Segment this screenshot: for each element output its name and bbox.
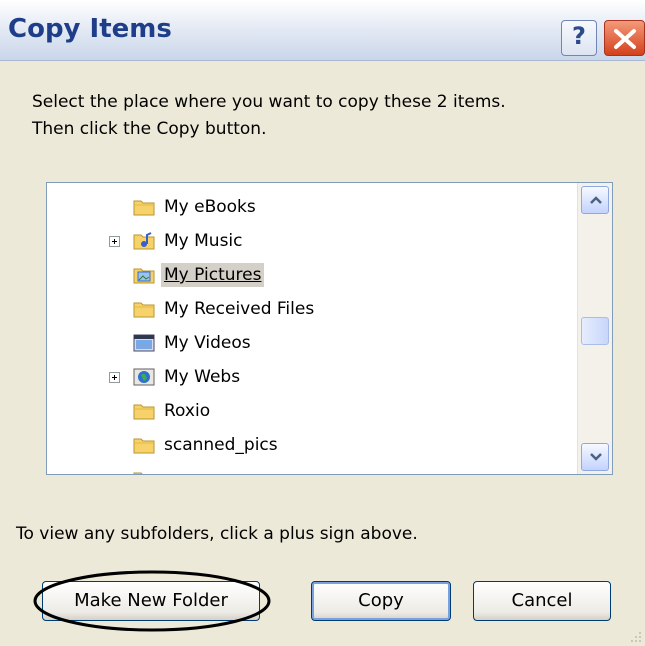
folder-icon [133,197,155,217]
close-button[interactable] [604,20,645,56]
expand-my-webs-icon[interactable] [109,372,120,383]
tree-item-label: My Videos [164,333,251,353]
resize-grip-icon[interactable] [628,629,642,643]
tree-item-my-ebooks[interactable]: My eBooks [133,191,259,223]
music-folder-icon [133,231,155,251]
annotation-ellipse [33,570,271,632]
scroll-down-button[interactable] [581,443,609,471]
tree-item-my-music[interactable]: My Music [133,225,246,257]
dialog-title: Copy Items [8,14,172,44]
help-icon: ? [572,22,586,50]
tree-item-label: My Music [164,231,243,251]
videos-folder-icon [133,333,155,353]
tree-item-label: My Received Files [164,299,315,319]
tree-item-my-webs[interactable]: My Webs [133,361,243,393]
instruction-line-1: Select the place where you want to copy … [32,92,506,112]
pictures-folder-icon [133,265,155,285]
folder-icon [133,401,155,421]
tree-item-my-received-files[interactable]: My Received Files [133,293,317,325]
webs-folder-icon [133,367,155,387]
tree-item-scanned-pics[interactable]: scanned_pics [133,429,281,461]
tree-item-label: scanned_pics [164,435,278,455]
copy-button[interactable]: Copy [311,581,451,621]
copy-items-dialog: Copy Items ? Select the place where you … [0,0,645,646]
cancel-button[interactable]: Cancel [473,581,611,621]
tree-item-label: My eBooks [164,197,256,217]
tree-item-partial [133,463,161,474]
tree-item-my-videos[interactable]: My Videos [133,327,254,359]
vertical-scrollbar[interactable] [577,183,612,474]
scroll-thumb[interactable] [581,317,609,345]
folder-icon [133,469,155,474]
help-button[interactable]: ? [561,20,597,56]
instruction-line-2: Then click the Copy button. [32,119,267,139]
folder-tree[interactable]: My eBooks My Music My Pictures My Receiv… [46,182,613,475]
tree-item-my-pictures[interactable]: My Pictures [133,259,265,291]
title-bar[interactable]: Copy Items ? [0,0,645,61]
tree-item-label: Roxio [164,401,211,421]
chevron-up-icon [590,196,602,204]
tree-item-roxio[interactable]: Roxio [133,395,213,427]
close-icon [614,29,636,49]
expand-my-music-icon[interactable] [109,236,120,247]
tree-item-label: My Pictures [161,263,265,287]
folder-icon [133,435,155,455]
chevron-down-icon [590,453,602,461]
tree-item-label: My Webs [164,367,241,387]
hint-text: To view any subfolders, click a plus sig… [16,524,418,544]
scroll-up-button[interactable] [581,186,609,214]
folder-icon [133,299,155,319]
